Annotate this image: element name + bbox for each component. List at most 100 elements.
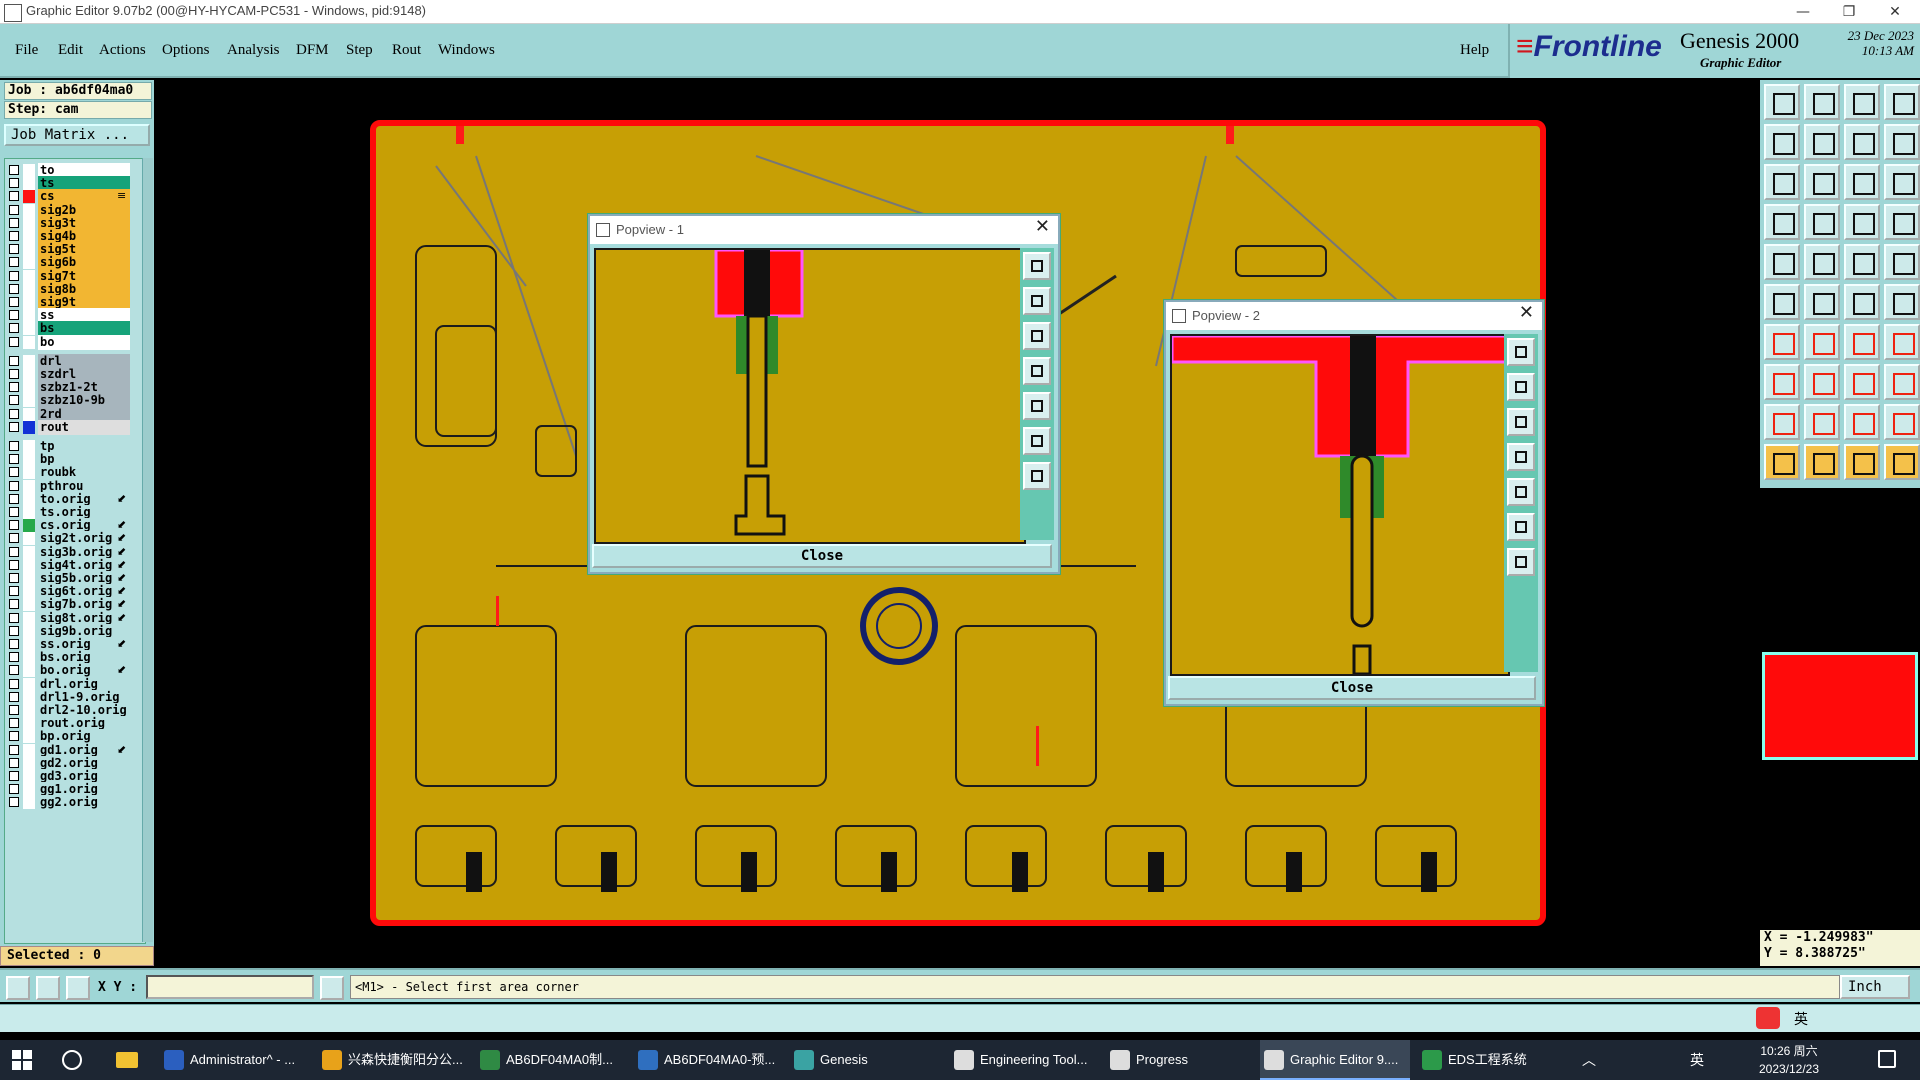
layer-color-swatch[interactable] (23, 532, 35, 546)
fit-view-tool-icon[interactable] (1507, 513, 1535, 541)
layer-color-swatch[interactable] (23, 651, 35, 665)
layer-checkbox[interactable] (9, 283, 19, 294)
layer-color-swatch[interactable] (23, 420, 35, 434)
close-window-button[interactable]: ✕ (1872, 0, 1918, 24)
scale-tool-icon[interactable] (1884, 124, 1920, 160)
layer-color-swatch[interactable] (23, 492, 35, 506)
layer-checkbox[interactable] (9, 231, 19, 241)
layer-color-swatch[interactable] (23, 440, 35, 453)
tray-chevron-icon[interactable]: ︿ (1582, 1050, 1596, 1070)
menu-windows[interactable]: Windows (438, 42, 495, 59)
shape-tool-icon[interactable] (1884, 364, 1920, 400)
pan-right-tool-icon[interactable] (1507, 478, 1535, 506)
cross-tool-icon[interactable] (1804, 284, 1840, 320)
pan-left-tool-icon[interactable] (1764, 124, 1800, 160)
popview-2-close-button[interactable]: Close (1168, 676, 1536, 700)
dot-tool-icon[interactable] (1884, 244, 1920, 280)
layer-color-swatch[interactable] (23, 335, 35, 349)
layer-color-swatch[interactable] (23, 282, 35, 296)
pan-left-tool-icon[interactable] (1023, 357, 1051, 385)
pan-right-tool-icon[interactable] (1023, 392, 1051, 420)
feature-tool-icon[interactable] (1804, 244, 1840, 280)
layer-color-swatch[interactable] (23, 677, 35, 691)
layer-row[interactable]: rout (7, 419, 130, 435)
triangle-d-tool-icon[interactable] (1884, 404, 1920, 440)
measure-grid-tool-icon[interactable] (1844, 364, 1880, 400)
layer-checkbox[interactable] (9, 336, 19, 347)
center-tool-icon[interactable] (1804, 164, 1840, 200)
dim-tool-icon[interactable] (1844, 244, 1880, 280)
home-tool-icon[interactable] (1844, 84, 1880, 120)
windows-start-icon[interactable] (12, 1050, 32, 1070)
taskbar-app[interactable]: EDS工程系统 (1418, 1040, 1568, 1080)
measure-tool-icon[interactable] (1764, 244, 1800, 280)
layer-name[interactable]: gg2.orig (38, 795, 130, 811)
popview-1-canvas[interactable] (594, 248, 1026, 544)
taskbar-app[interactable]: Progress (1106, 1040, 1254, 1080)
layer-color-swatch[interactable] (23, 256, 35, 270)
layer-checkbox[interactable] (9, 612, 19, 623)
one-to-one-tool-icon[interactable] (1844, 124, 1880, 160)
layer-color-swatch[interactable] (23, 611, 35, 625)
menu-step[interactable]: Step (346, 42, 373, 59)
layer-color-swatch[interactable] (23, 743, 35, 757)
layer-checkbox[interactable] (9, 586, 19, 597)
layer-checkbox[interactable] (9, 355, 19, 366)
popview-2-title-bar[interactable]: Popview - 2 ✕ (1166, 302, 1542, 330)
popview-1-close-icon[interactable]: ✕ (1035, 216, 1050, 237)
layer-color-swatch[interactable] (23, 585, 35, 599)
pan-right-tool-icon[interactable] (1804, 124, 1840, 160)
layer-color-swatch[interactable] (23, 572, 35, 585)
layer-checkbox[interactable] (9, 546, 19, 557)
popview-1[interactable]: Popview - 1 ✕ Close (588, 214, 1060, 574)
layer-color-swatch[interactable] (23, 479, 35, 493)
layer-color-swatch[interactable] (23, 690, 35, 704)
layer-color-swatch[interactable] (23, 717, 35, 731)
fit-view-tool-icon[interactable] (1023, 427, 1051, 455)
menu-file[interactable]: File (15, 42, 38, 59)
layer-color-swatch[interactable] (23, 164, 35, 177)
connect-tool-icon[interactable] (1764, 284, 1800, 320)
layer-checkbox[interactable] (9, 678, 19, 689)
zoom-home-tool-icon[interactable] (1023, 322, 1051, 350)
minimize-button[interactable]: — (1780, 0, 1826, 24)
system-clock[interactable]: 10:26 周六 2023/12/23 (1754, 1042, 1824, 1078)
layer-color-swatch[interactable] (23, 381, 35, 395)
layer-checkbox[interactable] (9, 204, 19, 215)
zoom-out-tool-icon[interactable] (1507, 373, 1535, 401)
layer-color-swatch[interactable] (23, 466, 35, 480)
layer-color-swatch[interactable] (23, 704, 35, 717)
snap-tool-icon[interactable] (1764, 204, 1800, 240)
layers-down-tool-icon[interactable] (1884, 204, 1920, 240)
measure-mode-icon[interactable] (36, 976, 60, 1000)
zoom-in-tool-icon[interactable] (1507, 338, 1535, 366)
trace-tool-icon[interactable] (1804, 364, 1840, 400)
layer-checkbox[interactable] (9, 480, 19, 491)
popview-1-title-bar[interactable]: Popview - 1 ✕ (590, 216, 1058, 244)
help-tool-icon[interactable] (1884, 164, 1920, 200)
layer-color-swatch[interactable] (23, 545, 35, 559)
overview-preview[interactable] (1762, 652, 1918, 760)
grid-tool-icon[interactable] (1804, 204, 1840, 240)
layer-color-swatch[interactable] (23, 368, 35, 381)
zoom-out-tool-icon[interactable] (1804, 84, 1840, 120)
layer-checkbox[interactable] (9, 244, 19, 255)
taskbar-app[interactable]: AB6DF04MA0-预... (634, 1040, 784, 1080)
select-arrow-tool-icon[interactable] (1804, 444, 1840, 480)
layer-color-swatch[interactable] (23, 230, 35, 243)
ime-icon[interactable] (1756, 1007, 1780, 1029)
center-view-tool-icon[interactable] (1023, 462, 1051, 490)
slash-tool-icon[interactable] (1804, 324, 1840, 360)
layer-color-swatch[interactable] (23, 394, 35, 408)
layer-color-swatch[interactable] (23, 796, 35, 810)
menu-actions[interactable]: Actions (99, 42, 146, 59)
layer-checkbox[interactable] (9, 297, 19, 307)
pan-left-tool-icon[interactable] (1507, 443, 1535, 471)
taskbar-app[interactable]: AB6DF04MA0制... (476, 1040, 626, 1080)
layer-checkbox[interactable] (9, 797, 19, 808)
triangle-b-tool-icon[interactable] (1804, 404, 1840, 440)
menu-analysis[interactable]: Analysis (227, 42, 280, 59)
arc-tool-icon[interactable] (1844, 324, 1880, 360)
layer-checkbox[interactable] (9, 691, 19, 702)
move-tool-icon[interactable] (1844, 284, 1880, 320)
